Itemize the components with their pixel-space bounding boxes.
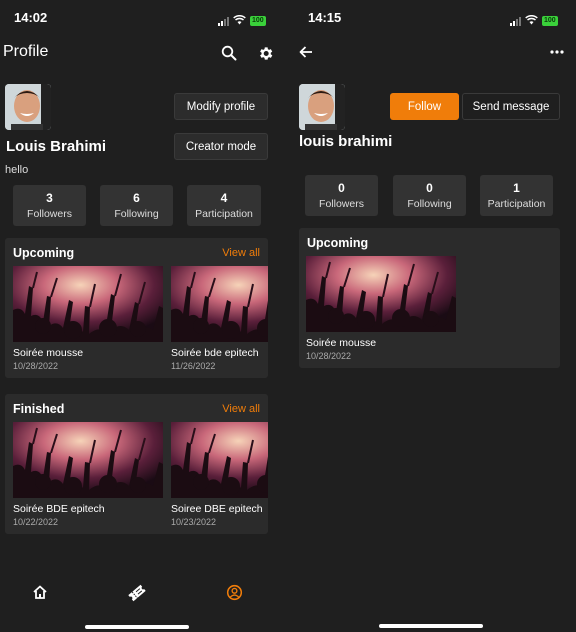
battery-icon: 100	[542, 16, 558, 26]
stat-participation[interactable]: 1 Participation	[480, 175, 553, 216]
home-indicator[interactable]	[85, 625, 189, 629]
stat-value: 6	[133, 191, 140, 205]
status-time: 14:02	[14, 10, 48, 25]
wifi-icon	[525, 12, 538, 30]
upcoming-section: Upcoming Soirée mousse 10/28/2022	[299, 228, 560, 368]
event-card[interactable]: Soirée bde epitech 11/26/2022	[171, 266, 268, 371]
event-title: Soirée mousse	[13, 347, 84, 359]
upcoming-section: Upcoming View all Soirée mousse 10/28/20…	[5, 238, 268, 378]
event-title: Soiree DBE epitech	[171, 503, 263, 515]
event-date: 10/28/2022	[13, 361, 59, 371]
stat-value: 1	[513, 181, 520, 195]
send-message-button[interactable]: Send message	[462, 93, 560, 120]
stat-value: 4	[220, 191, 228, 205]
status-time: 14:15	[308, 10, 342, 25]
profile-name: louis brahimi	[299, 133, 393, 150]
status-icons: 100	[510, 12, 558, 30]
profile-screen: 14:02 100 Profile Modify profile Creator…	[0, 0, 288, 632]
event-image	[13, 266, 163, 342]
event-image	[13, 422, 163, 498]
stat-followers[interactable]: 3 Followers	[13, 185, 86, 226]
event-date: 10/22/2022	[13, 517, 59, 527]
profile-name: Louis Brahimi	[6, 138, 107, 155]
follow-button[interactable]: Follow	[390, 93, 459, 120]
event-date: 10/28/2022	[306, 351, 352, 361]
event-date: 10/23/2022	[171, 517, 217, 527]
section-title: Upcoming	[307, 236, 369, 250]
stat-label: Following	[114, 208, 159, 220]
event-title: Soirée mousse	[306, 337, 377, 349]
stat-value: 0	[338, 181, 345, 195]
page-title: Profile	[3, 43, 49, 60]
stat-value: 0	[426, 181, 433, 195]
event-image	[306, 256, 456, 332]
gear-icon[interactable]	[255, 43, 275, 63]
event-card[interactable]: Soirée BDE epitech 10/22/2022	[13, 422, 163, 527]
stat-label: Followers	[27, 208, 72, 220]
creator-mode-button[interactable]: Creator mode	[174, 133, 268, 160]
status-icons: 100	[218, 12, 266, 30]
back-arrow-icon[interactable]	[296, 42, 316, 62]
avatar	[5, 84, 51, 130]
stat-label: Followers	[319, 198, 364, 210]
profile-bio: hello	[5, 164, 29, 176]
more-options-icon[interactable]	[546, 42, 568, 62]
event-date: 11/26/2022	[171, 361, 216, 371]
event-title: Soirée bde epitech	[171, 347, 259, 359]
wifi-icon	[233, 12, 246, 30]
event-card[interactable]: Soirée mousse 10/28/2022	[306, 256, 456, 361]
modify-profile-button[interactable]: Modify profile	[174, 93, 268, 120]
home-indicator[interactable]	[379, 624, 483, 628]
section-title: Upcoming	[13, 246, 75, 260]
view-all-link[interactable]: View all	[222, 247, 260, 259]
user-profile-screen: 14:15 100 Follow Send message louis brah…	[288, 0, 576, 632]
signal-icon	[218, 16, 229, 26]
avatar	[299, 84, 345, 130]
event-card[interactable]: Soirée mousse 10/28/2022	[13, 266, 163, 371]
finished-section: Finished View all Soirée BDE epitech 10/…	[5, 394, 268, 534]
stat-value: 3	[46, 191, 53, 205]
tab-bar	[0, 570, 288, 620]
event-card[interactable]: Soiree DBE epitech 10/23/2022	[171, 422, 268, 527]
stat-label: Participation	[195, 208, 253, 220]
event-title: Soirée BDE epitech	[13, 503, 105, 515]
stat-followers[interactable]: 0 Followers	[305, 175, 378, 216]
home-icon[interactable]	[30, 582, 50, 602]
stat-following[interactable]: 0 Following	[393, 175, 466, 216]
event-image	[171, 422, 268, 498]
signal-icon	[510, 16, 521, 26]
event-image	[171, 266, 268, 342]
search-icon[interactable]	[219, 43, 239, 63]
profile-icon[interactable]	[224, 582, 244, 602]
view-all-link[interactable]: View all	[222, 403, 260, 415]
stat-label: Following	[407, 198, 452, 210]
battery-icon: 100	[250, 16, 266, 26]
stat-following[interactable]: 6 Following	[100, 185, 173, 226]
stat-label: Participation	[487, 198, 546, 210]
stat-participation[interactable]: 4 Participation	[187, 185, 261, 226]
ticket-icon[interactable]	[126, 582, 148, 604]
section-title: Finished	[13, 402, 65, 416]
